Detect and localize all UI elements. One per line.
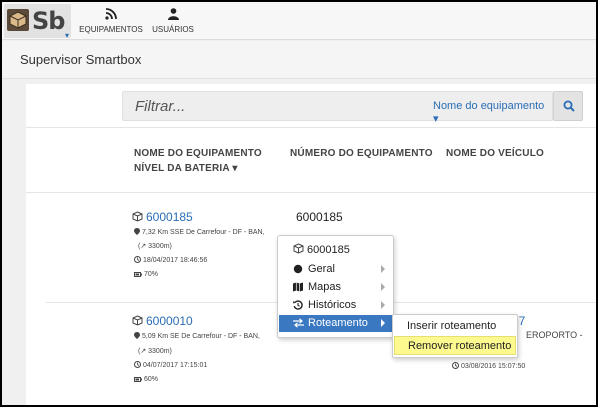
map-pin-icon (134, 332, 140, 339)
brand-text: Sb (32, 7, 65, 35)
context-menu: 6000185 Geral Mapas Históricos Roteament… (277, 235, 394, 338)
context-menu-item-historicos[interactable]: Históricos (279, 297, 393, 314)
page-title: Supervisor Smartbox (20, 52, 142, 67)
column-header-numero[interactable]: NÚMERO DO EQUIPAMENTO (290, 146, 433, 161)
search-input[interactable] (123, 92, 413, 120)
map-icon (293, 282, 303, 292)
battery-icon (134, 377, 142, 382)
row-battery: 60% (134, 376, 158, 383)
row-datetime: 18/04/2017 18:46:56 (134, 256, 207, 264)
cube-icon (132, 211, 143, 222)
column-header-veiculo[interactable]: NOME DO VEÍCULO (446, 146, 544, 161)
search-filter-dropdown[interactable]: Nome do equipamento ▾ (433, 100, 552, 125)
table-row-name-link[interactable]: 6000185 (132, 210, 193, 224)
chevron-right-icon (381, 283, 385, 291)
cube-icon (293, 243, 304, 254)
brand-dropdown-caret-icon[interactable]: ▾ (65, 31, 69, 40)
divider (26, 127, 596, 128)
app-window: Sb ▾ EQUIPAMENTOS USUÁRIOS Supervisor Sm… (2, 2, 596, 405)
clock-icon (134, 256, 141, 263)
context-menu-header: 6000185 (293, 243, 350, 256)
row-vehicle-datetime: 03/08/2016 15:07:50 (452, 362, 525, 370)
cube-icon (132, 315, 143, 326)
top-navbar: Sb ▾ EQUIPAMENTOS USUÁRIOS (2, 2, 596, 40)
user-icon (150, 8, 196, 22)
row-location: 7,32 Km SSE De Carrefour - DF - BAN, (134, 228, 265, 236)
submenu-item-remover-roteamento[interactable]: Remover roteamento (394, 336, 516, 355)
context-menu-item-roteamento[interactable]: Roteamento (279, 315, 393, 332)
map-pin-icon (134, 228, 140, 235)
exchange-icon (293, 318, 304, 328)
table-row-name-link[interactable]: 6000010 (132, 314, 193, 328)
context-menu-item-mapas[interactable]: Mapas (279, 279, 393, 296)
routing-submenu: Inserir roteamento Remover roteamento (392, 314, 518, 358)
clock-icon (452, 362, 459, 369)
brand-logo[interactable]: Sb ▾ (4, 4, 71, 40)
battery-icon (134, 272, 142, 277)
search-button[interactable] (553, 91, 583, 121)
row-location: 5,09 Km SE De Carrefour - DF - BAN, (134, 332, 260, 340)
circle-icon (293, 264, 303, 274)
row-datetime: 04/07/2017 17:15:01 (134, 361, 207, 369)
row-number: 6000185 (296, 210, 343, 224)
nav-equipamentos-label: EQUIPAMENTOS (79, 25, 143, 34)
nav-usuarios-label: USUÁRIOS (152, 25, 194, 34)
column-header-nome[interactable]: NOME DO EQUIPAMENTO NÍVEL DA BATERIA ▾ (134, 146, 262, 176)
row-battery: 70% (134, 271, 158, 278)
clock-icon (134, 361, 141, 368)
divider (26, 192, 596, 193)
rss-icon (78, 8, 144, 22)
row-distance: (↗ 3300m) (138, 243, 172, 250)
box-logo-icon (7, 9, 29, 31)
submenu-item-inserir-roteamento[interactable]: Inserir roteamento (394, 317, 516, 336)
history-icon (293, 300, 303, 310)
search-bar: Nome do equipamento ▾ (122, 91, 553, 125)
chevron-right-icon (381, 265, 385, 273)
chevron-right-icon (381, 319, 385, 327)
column-header-bateria-sort[interactable]: NÍVEL DA BATERIA ▾ (134, 161, 262, 176)
row-vehicle-partial: EROPORTO - (526, 330, 583, 340)
nav-usuarios[interactable]: USUÁRIOS (150, 8, 196, 34)
column-header-nome-label: NOME DO EQUIPAMENTO (134, 148, 262, 159)
chevron-right-icon (381, 301, 385, 309)
search-icon (563, 100, 575, 112)
context-menu-item-geral[interactable]: Geral (279, 261, 393, 278)
nav-equipamentos[interactable]: EQUIPAMENTOS (78, 8, 144, 34)
page-header: Supervisor Smartbox (2, 41, 596, 79)
row-distance: (↗ 3300m) (138, 348, 172, 355)
